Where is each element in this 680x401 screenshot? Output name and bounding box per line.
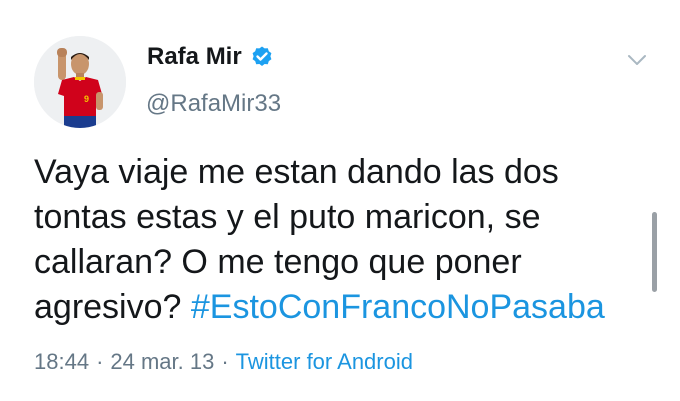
hashtag-link[interactable]: #EstoConFrancoNoPasaba [191, 288, 605, 326]
meta-separator: · [221, 349, 229, 374]
tweet-date[interactable]: 24 mar. 13 [110, 349, 214, 375]
author-handle[interactable]: @RafaMir33 [146, 90, 281, 118]
tweet-meta: 18:44 · 24 mar. 13 · Twitter for Android [34, 349, 413, 375]
avatar[interactable]: 9 [34, 36, 126, 128]
tweet-text: Vaya viaje me estan dando las dos tontas… [34, 150, 654, 330]
meta-separator: · [96, 349, 104, 374]
chevron-down-icon[interactable] [625, 50, 649, 70]
tweet-time[interactable]: 18:44 [34, 349, 89, 375]
author-name[interactable]: Rafa Mir [147, 43, 242, 71]
scrollbar[interactable] [652, 212, 657, 292]
author-name-row: Rafa Mir [147, 43, 274, 71]
verified-badge-icon [252, 46, 272, 66]
player-avatar-icon: 9 [34, 36, 126, 128]
tweet-source-link[interactable]: Twitter for Android [236, 349, 413, 375]
svg-text:9: 9 [84, 94, 89, 104]
